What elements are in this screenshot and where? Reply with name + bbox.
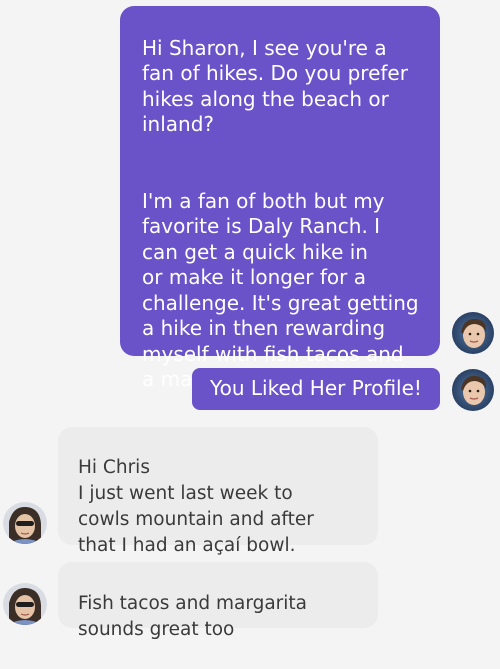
received-message: Hi Chris I just went last week to cowls … (58, 427, 378, 556)
sender-avatar[interactable] (452, 312, 494, 354)
received-message-text: Fish tacos and margarita sounds great to… (78, 593, 308, 640)
liked-profile-text: You Liked Her Profile! (210, 376, 422, 401)
user-avatar-icon (452, 369, 494, 411)
sent-message-paragraph-1: Hi Sharon, I see you're a fan of hikes. … (142, 35, 408, 137)
received-message: Fish tacos and margarita sounds great to… (58, 562, 378, 640)
sent-message: Hi Sharon, I see you're a fan of hikes. … (120, 6, 440, 391)
match-avatar-icon (3, 583, 47, 625)
recipient-avatar[interactable] (3, 502, 47, 544)
user-avatar-icon (452, 312, 494, 354)
recipient-avatar[interactable] (3, 583, 47, 625)
chat-thread[interactable]: Hi Sharon, I see you're a fan of hikes. … (0, 0, 500, 640)
sender-avatar[interactable] (452, 369, 494, 411)
match-avatar-icon (3, 502, 47, 544)
liked-profile-notice: You Liked Her Profile! (192, 368, 440, 410)
received-message-text: Hi Chris I just went last week to cowls … (78, 457, 314, 556)
sent-message-paragraph-2: I'm a fan of both but my favorite is Dal… (142, 188, 419, 392)
